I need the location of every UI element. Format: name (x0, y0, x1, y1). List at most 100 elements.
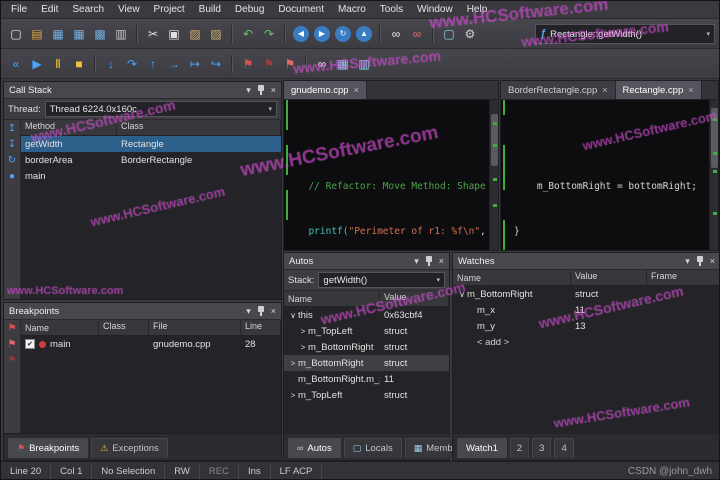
tab-borderrectangle-cpp[interactable]: BorderRectangle.cpp × (501, 81, 616, 99)
variable-row[interactable]: > m_TopLeft struct (284, 323, 449, 339)
toggle-breakpoint-icon[interactable]: ⚑ (238, 54, 258, 74)
menu-file[interactable]: File (4, 1, 34, 18)
nav-home-icon[interactable]: ▲ (356, 25, 372, 42)
column-header-name[interactable]: Name (284, 291, 380, 306)
breakpoint-enabled-checkbox[interactable]: ✔ (25, 339, 35, 349)
pin-icon[interactable] (257, 305, 265, 317)
editor-scrollbar[interactable] (709, 100, 718, 250)
paste-icon[interactable]: ▨ (185, 24, 205, 44)
stack-combo[interactable]: getWidth() ▾ (318, 272, 445, 288)
expander-icon[interactable]: > (288, 391, 298, 400)
variable-row[interactable]: ∨ this 0x63cbf4 (284, 307, 449, 323)
jump-to-line-icon[interactable]: ↪ (206, 54, 226, 74)
menu-build[interactable]: Build (192, 1, 228, 18)
disable-breakpoint-icon[interactable]: ⚑ (259, 54, 279, 74)
tab-watch4[interactable]: 4 (554, 438, 574, 458)
watch-row[interactable]: ∨ m_BottomRight struct (453, 286, 719, 302)
nav-back-icon[interactable]: ◀ (293, 25, 309, 42)
code-editor-gnudemo[interactable]: // Refactor: Move Method: Shape printf("… (284, 100, 489, 250)
save-icon[interactable]: ▦ (48, 24, 68, 44)
stack-down-icon[interactable]: ↧ (8, 140, 16, 150)
call-stack-row[interactable]: main (21, 168, 281, 184)
chevron-down-icon[interactable]: ▾ (268, 105, 272, 113)
column-header-class[interactable]: Class (99, 320, 149, 335)
expander-icon[interactable]: > (298, 327, 308, 336)
close-icon[interactable]: × (439, 256, 444, 266)
breakpoint-remove-icon[interactable]: ⚑ (8, 340, 17, 350)
nav-forward-icon[interactable]: ▶ (314, 25, 330, 42)
memory-view-icon[interactable]: ▦ (333, 54, 353, 74)
chevron-down-icon[interactable]: ▾ (436, 276, 440, 284)
menu-view[interactable]: View (111, 1, 147, 18)
variable-row[interactable]: > m_TopLeft struct (284, 387, 449, 403)
close-icon[interactable]: × (354, 85, 359, 95)
menu-edit[interactable]: Edit (34, 1, 65, 18)
menu-document[interactable]: Document (271, 1, 331, 18)
menu-macro[interactable]: Macro (331, 1, 373, 18)
column-header-class[interactable]: Class (117, 120, 281, 135)
breakpoint-add-icon[interactable]: ⚑ (8, 324, 17, 334)
watch-row[interactable]: m_x 11 (453, 302, 719, 318)
pin-icon[interactable] (696, 255, 704, 267)
chevron-down-icon[interactable]: ▾ (414, 256, 419, 266)
debug-stop-icon[interactable]: ■ (69, 54, 89, 74)
tab-watch2[interactable]: 2 (509, 438, 530, 458)
new-file-icon[interactable]: ▢ (6, 24, 26, 44)
tab-locals[interactable]: ▢ Locals (343, 438, 402, 458)
column-header-file[interactable]: File (149, 320, 241, 335)
call-stack-row[interactable]: borderArea BorderRectangle (21, 152, 281, 168)
scrollbar-thumb[interactable] (711, 108, 718, 168)
run-to-cursor-icon[interactable]: → (164, 54, 184, 74)
menu-project[interactable]: Project (147, 1, 192, 18)
chevron-down-icon[interactable]: ▾ (246, 85, 251, 95)
pin-icon[interactable] (257, 84, 265, 96)
code-editor-rectangle[interactable]: m_BottomRight = bottomRight; } float Rec… (501, 100, 709, 250)
menu-search[interactable]: Search (65, 1, 111, 18)
tab-breakpoints[interactable]: ⚑ Breakpoints (8, 438, 89, 458)
column-header-value[interactable]: Value (571, 270, 647, 285)
expander-icon[interactable]: ∨ (288, 311, 298, 320)
chevron-down-icon[interactable]: ▾ (706, 30, 710, 38)
chevron-down-icon[interactable]: ▾ (246, 306, 251, 316)
undo-icon[interactable]: ↶ (238, 24, 258, 44)
find-in-files-icon[interactable]: ∞ (407, 24, 427, 44)
clear-breakpoints-icon[interactable]: ⚑ (280, 54, 300, 74)
close-icon[interactable]: × (271, 85, 276, 95)
open-folder-icon[interactable]: ▤ (27, 24, 47, 44)
tab-rectangle-cpp[interactable]: Rectangle.cpp × (615, 81, 702, 99)
stack-frame-icon[interactable]: ● (9, 172, 15, 182)
expander-icon[interactable]: ∨ (457, 290, 467, 299)
variable-row[interactable]: > m_BottomRight struct (284, 339, 449, 355)
save-as-icon[interactable]: ▦ (69, 24, 89, 44)
watch-row[interactable]: m_y 13 (453, 318, 719, 334)
menu-help[interactable]: Help (460, 1, 495, 18)
column-header-name[interactable]: Name (453, 270, 571, 285)
expander-icon[interactable]: > (288, 359, 298, 368)
tab-autos[interactable]: ∞ Autos (288, 438, 341, 458)
step-out-icon[interactable]: ↑ (143, 54, 163, 74)
debug-run-icon[interactable]: ▶ (27, 54, 47, 74)
pin-icon[interactable] (425, 255, 433, 267)
run-to-start-icon[interactable]: « (6, 54, 26, 74)
expander-icon[interactable]: > (298, 343, 308, 352)
column-header-value[interactable]: Value (380, 291, 449, 306)
stack-up-icon[interactable]: ↥ (8, 124, 16, 134)
thread-combo[interactable]: Thread 6224.0x160c ▾ (44, 101, 277, 117)
call-stack-row[interactable]: getWidth Rectangle (21, 136, 281, 152)
watch-glasses-icon[interactable]: ∞ (312, 54, 332, 74)
editor-scrollbar[interactable] (489, 100, 498, 250)
paste-special-icon[interactable]: ▨ (206, 24, 226, 44)
close-icon[interactable]: × (688, 85, 693, 95)
tab-gnudemo-cpp[interactable]: gnudemo.cpp × (284, 81, 367, 99)
column-header-name[interactable]: Name (21, 320, 99, 335)
breakpoint-disable-all-icon[interactable]: ⚑ (8, 356, 17, 366)
menu-window[interactable]: Window (410, 1, 460, 18)
print-icon[interactable]: ▥ (111, 24, 131, 44)
menu-tools[interactable]: Tools (373, 1, 410, 18)
nav-refresh-icon[interactable]: ↻ (335, 25, 351, 42)
breakpoint-row[interactable]: ✔ main gnudemo.cpp 28 (21, 336, 281, 352)
column-header-method[interactable]: Method (21, 120, 117, 135)
debug-pause-icon[interactable]: Ⅱ (48, 54, 68, 74)
close-icon[interactable]: × (271, 306, 276, 316)
gear-icon[interactable]: ⚙ (460, 24, 480, 44)
